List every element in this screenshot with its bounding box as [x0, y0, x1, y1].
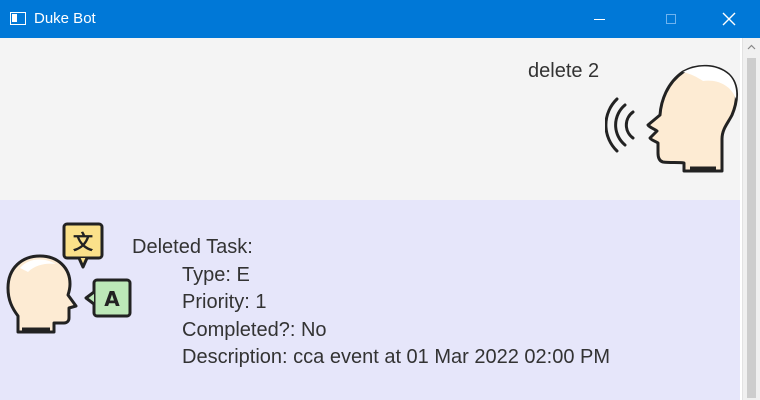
task-priority: Priority: 1: [182, 291, 267, 313]
minimize-button[interactable]: [576, 0, 622, 38]
badge-bottom-label: A: [104, 287, 120, 311]
user-message-row: delete 2: [0, 38, 740, 200]
task-type: Type: E: [182, 263, 250, 286]
maximize-icon: [666, 14, 676, 24]
scrollbar-thumb[interactable]: [747, 58, 756, 398]
deleted-task-heading: Deleted Task:: [132, 236, 253, 258]
task-completed: Completed?: No: [182, 318, 327, 341]
title-bar[interactable]: Duke Bot: [0, 0, 760, 38]
chevron-up-icon: [747, 44, 756, 49]
close-icon: [722, 12, 736, 26]
close-button[interactable]: [706, 0, 752, 38]
minimize-icon: [593, 18, 605, 20]
vertical-scrollbar[interactable]: [742, 38, 760, 400]
task-description: Description: cca event at 01 Mar 2022 02…: [182, 346, 611, 368]
bot-message-text: Deleted Task: Type: E Priority: 1 Comple…: [132, 234, 610, 372]
scroll-up-button[interactable]: [743, 38, 760, 55]
badge-top-label: 文: [73, 230, 94, 254]
window-title: Duke Bot: [34, 10, 96, 27]
user-message-text: delete 2: [528, 60, 600, 82]
window-icon: [10, 12, 26, 25]
chat-area[interactable]: delete 2 文 A Deleted Task: Type: E Prior…: [0, 38, 742, 400]
bot-message-row: 文 A Deleted Task: Type: E Priority: 1 Co…: [0, 200, 740, 400]
maximize-button[interactable]: [648, 0, 694, 38]
translating-head-icon: 文 A: [6, 222, 132, 334]
speaking-head-icon: [605, 64, 738, 173]
